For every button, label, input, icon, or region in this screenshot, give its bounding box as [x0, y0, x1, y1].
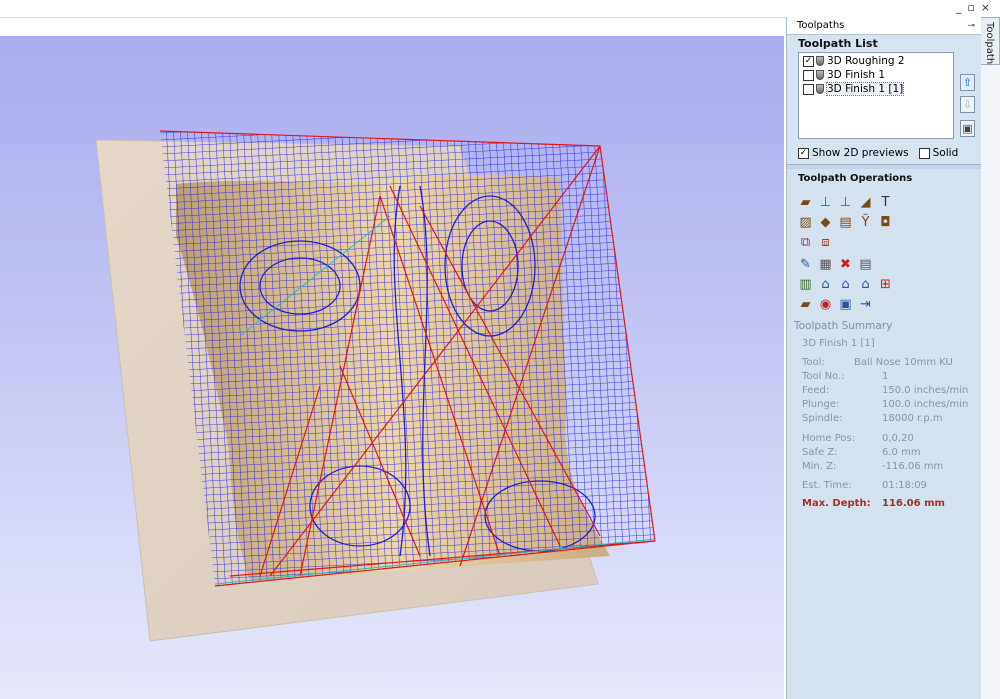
- preview-options: ✓ Show 2D previews Solid: [798, 147, 958, 159]
- toolpath-operations-heading: Toolpath Operations: [798, 173, 913, 184]
- move-up-icon[interactable]: ⇧: [960, 74, 975, 91]
- toolpath-name: 3D Roughing 2: [827, 55, 905, 67]
- summary-key: Spindle:: [802, 413, 843, 424]
- toolpath-name: 3D Finish 1 [1]: [825, 82, 905, 96]
- prism-icon[interactable]: ◆: [817, 214, 834, 231]
- texture-icon[interactable]: ▨: [797, 214, 814, 231]
- summary-value: 01:18:09: [882, 480, 927, 491]
- summary-key: Max. Depth:: [802, 498, 871, 509]
- save-icon[interactable]: ▣: [837, 296, 854, 313]
- summary-value: 100.0 inches/min: [882, 399, 969, 410]
- item-checkbox[interactable]: ✓: [803, 55, 814, 67]
- panel-title: Toolpaths ⊸: [787, 17, 981, 35]
- show-2d-previews-checkbox[interactable]: ✓ Show 2D previews: [798, 147, 909, 159]
- pocket-icon[interactable]: ⊥: [817, 194, 834, 211]
- checkbox-label: Solid: [932, 147, 959, 159]
- sheet-icon[interactable]: ⊞: [877, 276, 894, 293]
- delete-icon[interactable]: ▣: [960, 120, 975, 137]
- tool-icon: [816, 56, 824, 66]
- window-controls: _▫×: [956, 1, 996, 14]
- summary-value: 116.06 mm: [882, 498, 945, 509]
- minimize-icon[interactable]: _: [956, 1, 968, 14]
- recalc-icon[interactable]: ⌂: [817, 276, 834, 293]
- checkbox-box[interactable]: [918, 147, 930, 159]
- summary-icon[interactable]: ⌂: [837, 276, 854, 293]
- toolpath-name: 3D Finish 1: [827, 69, 886, 81]
- summary-key: Plunge:: [802, 399, 840, 410]
- checkbox-box[interactable]: ✓: [798, 147, 809, 159]
- merge-icon[interactable]: ▥: [797, 276, 814, 293]
- copy-icon[interactable]: ▦: [817, 256, 834, 273]
- delete-icon[interactable]: ✖: [837, 256, 854, 273]
- summary-value: 150.0 inches/min: [882, 385, 969, 396]
- checkbox-label: Show 2D previews: [812, 147, 909, 159]
- preview-icon[interactable]: ▰: [797, 296, 814, 313]
- toolpath-list[interactable]: ✓ 3D Roughing 2 3D Finish 1 3D Finish 1 …: [798, 52, 954, 139]
- layout-icon[interactable]: ⌂: [857, 276, 874, 293]
- finishing-icon[interactable]: ⧈: [817, 234, 834, 251]
- summary-value: 1: [882, 371, 889, 382]
- moulding-icon[interactable]: ◘: [877, 214, 894, 231]
- list-item[interactable]: 3D Finish 1: [803, 68, 885, 82]
- restore-icon[interactable]: ▫: [967, 1, 980, 14]
- item-checkbox[interactable]: [803, 69, 814, 81]
- vcarve-icon[interactable]: ◢: [857, 194, 874, 211]
- roughing-icon[interactable]: ⧉: [797, 234, 814, 251]
- toolpaths-panel: Toolpaths ⊸ Toolpath List ✓ 3D Roughing …: [786, 17, 981, 699]
- timer-icon[interactable]: ◉: [817, 296, 834, 313]
- summary-toolpath-name: 3D Finish 1 [1]: [802, 338, 875, 349]
- 3d-viewport[interactable]: [0, 36, 784, 699]
- summary-key: Home Pos:: [802, 433, 856, 444]
- toolpath-preview: [95, 130, 656, 642]
- panel-title-text: Toolpaths: [797, 20, 845, 31]
- move-down-icon[interactable]: ⇩: [960, 96, 975, 113]
- template-icon[interactable]: ▤: [857, 256, 874, 273]
- summary-value: 6.0 mm: [882, 447, 921, 458]
- solid-checkbox[interactable]: Solid: [918, 147, 959, 159]
- tab-label: Toolpaths: [984, 22, 995, 70]
- drill-icon[interactable]: ⊥: [837, 194, 854, 211]
- item-checkbox[interactable]: [803, 83, 814, 95]
- summary-key: Tool No.:: [802, 371, 845, 382]
- summary-key: Safe Z:: [802, 447, 838, 458]
- summary-value: -116.06 mm: [882, 461, 944, 472]
- close-icon[interactable]: ×: [981, 1, 996, 14]
- summary-key: Min. Z:: [802, 461, 837, 472]
- inlay-icon[interactable]: Ỹ: [857, 214, 874, 231]
- profile-icon[interactable]: ▰: [797, 194, 814, 211]
- summary-value: 18000 r.p.m: [882, 413, 943, 424]
- list-item[interactable]: ✓ 3D Roughing 2: [803, 54, 905, 68]
- tool-icon: [816, 84, 824, 94]
- summary-key: Est. Time:: [802, 480, 852, 491]
- summary-value: 0,0,20: [882, 433, 914, 444]
- fluting-icon[interactable]: ▤: [837, 214, 854, 231]
- edit-icon[interactable]: ✎: [797, 256, 814, 273]
- summary-heading: Toolpath Summary: [794, 320, 893, 332]
- pin-icon[interactable]: ⊸: [967, 17, 975, 35]
- summary-key: Tool:: [802, 357, 825, 368]
- tool-icon: [816, 70, 824, 80]
- text-icon[interactable]: T: [877, 194, 894, 211]
- list-item[interactable]: 3D Finish 1 [1]: [803, 82, 905, 96]
- window-title-strip: _▫×: [0, 0, 1000, 18]
- summary-key: Feed:: [802, 385, 830, 396]
- summary-value: Ball Nose 10mm KU: [854, 357, 953, 368]
- toolpath-list-heading: Toolpath List: [798, 37, 878, 50]
- tab-strip: [981, 65, 1000, 699]
- export-icon[interactable]: ⇥: [857, 296, 874, 313]
- tab-toolpaths[interactable]: Toolpaths: [981, 17, 1000, 69]
